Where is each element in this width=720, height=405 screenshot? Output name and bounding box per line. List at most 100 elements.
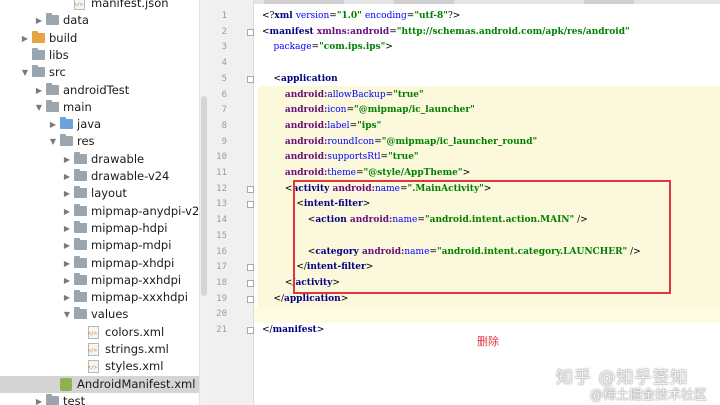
folder-icon (60, 134, 73, 147)
tree-item[interactable]: colors.xml (0, 324, 199, 341)
editor-tab[interactable] (584, 0, 634, 4)
chevron-right-icon[interactable]: ▶ (62, 272, 72, 289)
chevron-right-icon[interactable]: ▶ (62, 151, 72, 168)
tree-item-label: values (91, 307, 129, 322)
xml-file-icon (88, 343, 99, 356)
tree-item[interactable]: ▶ drawable (0, 151, 199, 168)
line-number: 15 (216, 230, 227, 241)
code-token: application (280, 73, 338, 84)
code-token: supportsRtl (327, 152, 381, 163)
line-number: 21 (216, 325, 227, 335)
code-token: </ (262, 277, 296, 288)
delete-highlight-box (293, 180, 671, 294)
xml-file-icon (88, 360, 99, 374)
chevron-right-icon[interactable]: ▶ (62, 289, 72, 306)
line-number: 5 (221, 73, 227, 84)
code-token: android: (284, 152, 328, 163)
folder-icon (74, 220, 87, 233)
tree-item[interactable]: manifest.json (0, 0, 199, 12)
tree-item-label: layout (91, 186, 127, 201)
editor-tab[interactable] (264, 0, 344, 4)
code-line[interactable]: <application (262, 72, 338, 88)
chevron-right-icon[interactable]: ▶ (34, 82, 44, 99)
code-line[interactable]: android:label="ips" (262, 119, 381, 135)
code-line[interactable]: <?xml version="1.0" encoding="utf-8"?> (262, 9, 460, 25)
tree-item[interactable]: ▼ src (0, 64, 199, 81)
tree-item[interactable]: ▶ mipmap-anydpi-v26 (0, 203, 199, 220)
code-token: > (385, 42, 393, 53)
fold-marker-icon[interactable] (247, 201, 254, 209)
editor-tab[interactable] (394, 0, 454, 4)
code-line[interactable]: android:icon="@mipmap/ic_launcher" (262, 103, 475, 119)
tree-item[interactable]: ▶ drawable-v24 (0, 168, 199, 185)
chevron-right-icon[interactable]: ▶ (62, 203, 72, 220)
tree-item[interactable]: strings.xml (0, 341, 199, 358)
tree-item[interactable]: ▶ mipmap-xhdpi (0, 255, 199, 272)
chevron-down-icon[interactable]: ▼ (20, 64, 30, 81)
code-token: "ips" (357, 120, 382, 131)
tree-item[interactable]: ▶ mipmap-xxxhdpi (0, 289, 199, 306)
line-number: 7 (221, 105, 227, 116)
tree-item[interactable]: styles.xml (0, 358, 199, 375)
tree-item-label: mipmap-anydpi-v26 (91, 203, 199, 218)
folder-icon (74, 255, 87, 268)
code-token: > (462, 168, 471, 178)
fold-marker-icon[interactable] (247, 295, 254, 303)
folder-icon (46, 393, 59, 405)
tree-item[interactable]: ▶ data (0, 12, 199, 29)
tree-item[interactable]: ▶ test (0, 393, 199, 405)
tree-item[interactable]: ▼ values (0, 306, 199, 323)
chevron-down-icon[interactable]: ▼ (34, 99, 44, 116)
chevron-right-icon[interactable]: ▶ (62, 185, 72, 202)
tree-item[interactable]: ▶ java (0, 116, 199, 133)
code-token: "@mipmap/ic_launcher_round" (381, 136, 538, 147)
line-number: 1 (221, 11, 227, 21)
code-line[interactable]: android:supportsRtl="true" (262, 150, 419, 166)
tree-item[interactable]: ▶ mipmap-mdpi (0, 237, 199, 254)
folder-orange-icon (32, 30, 45, 43)
fold-marker-icon[interactable] (247, 185, 254, 193)
line-number: 18 (216, 277, 227, 288)
line-number: 10 (216, 152, 227, 163)
tree-item[interactable]: ▶ androidTest (0, 82, 199, 99)
code-line[interactable]: android:allowBackup="true" (262, 88, 424, 104)
line-number: 8 (221, 120, 227, 131)
code-token: manifest (269, 26, 317, 37)
chevron-right-icon[interactable]: ▶ (62, 220, 72, 237)
tree-item[interactable]: ▼ main (0, 99, 199, 116)
line-number: 9 (221, 136, 227, 147)
chevron-right-icon[interactable]: ▶ (62, 255, 72, 272)
line-number: 4 (221, 58, 227, 69)
line-number: 12 (216, 183, 227, 194)
tree-item[interactable]: libs (0, 47, 199, 64)
code-line[interactable]: package="com.ips.ips"> (262, 40, 393, 56)
code-token: xml (274, 11, 296, 21)
tree-item[interactable]: ▶ build (0, 30, 199, 47)
code-line[interactable]: android:roundIcon="@mipmap/ic_launcher_r… (262, 135, 537, 151)
fold-marker-icon[interactable] (247, 327, 254, 334)
tree-item[interactable]: AndroidManifest.xml (0, 375, 199, 393)
chevron-right-icon[interactable]: ▶ (48, 116, 58, 133)
chevron-right-icon[interactable]: ▶ (62, 237, 72, 254)
fold-marker-icon[interactable] (247, 75, 254, 83)
code-line[interactable]: <manifest xmlns:android="http://schemas.… (262, 25, 630, 41)
fold-marker-icon[interactable] (247, 28, 254, 36)
code-token: package (273, 42, 312, 53)
chevron-right-icon[interactable]: ▶ (34, 12, 44, 29)
chevron-right-icon[interactable]: ▶ (20, 30, 30, 47)
tree-item[interactable]: ▶ mipmap-xxhdpi (0, 272, 199, 289)
tree-item[interactable]: ▼ res (0, 133, 199, 150)
tree-item[interactable]: ▶ layout (0, 185, 199, 202)
code-token: roundIcon (327, 136, 375, 147)
tree-item[interactable]: ▶ mipmap-hdpi (0, 220, 199, 237)
tree-item-label: colors.xml (105, 324, 165, 339)
tree-item-label: drawable-v24 (91, 169, 170, 183)
chevron-down-icon[interactable]: ▼ (62, 306, 72, 323)
fold-marker-icon[interactable] (247, 279, 254, 287)
chevron-right-icon[interactable]: ▶ (62, 168, 72, 185)
fold-marker-icon[interactable] (247, 264, 254, 272)
code-line[interactable]: </manifest> (262, 323, 324, 339)
chevron-right-icon[interactable]: ▶ (34, 393, 44, 405)
chevron-down-icon[interactable]: ▼ (48, 133, 58, 150)
